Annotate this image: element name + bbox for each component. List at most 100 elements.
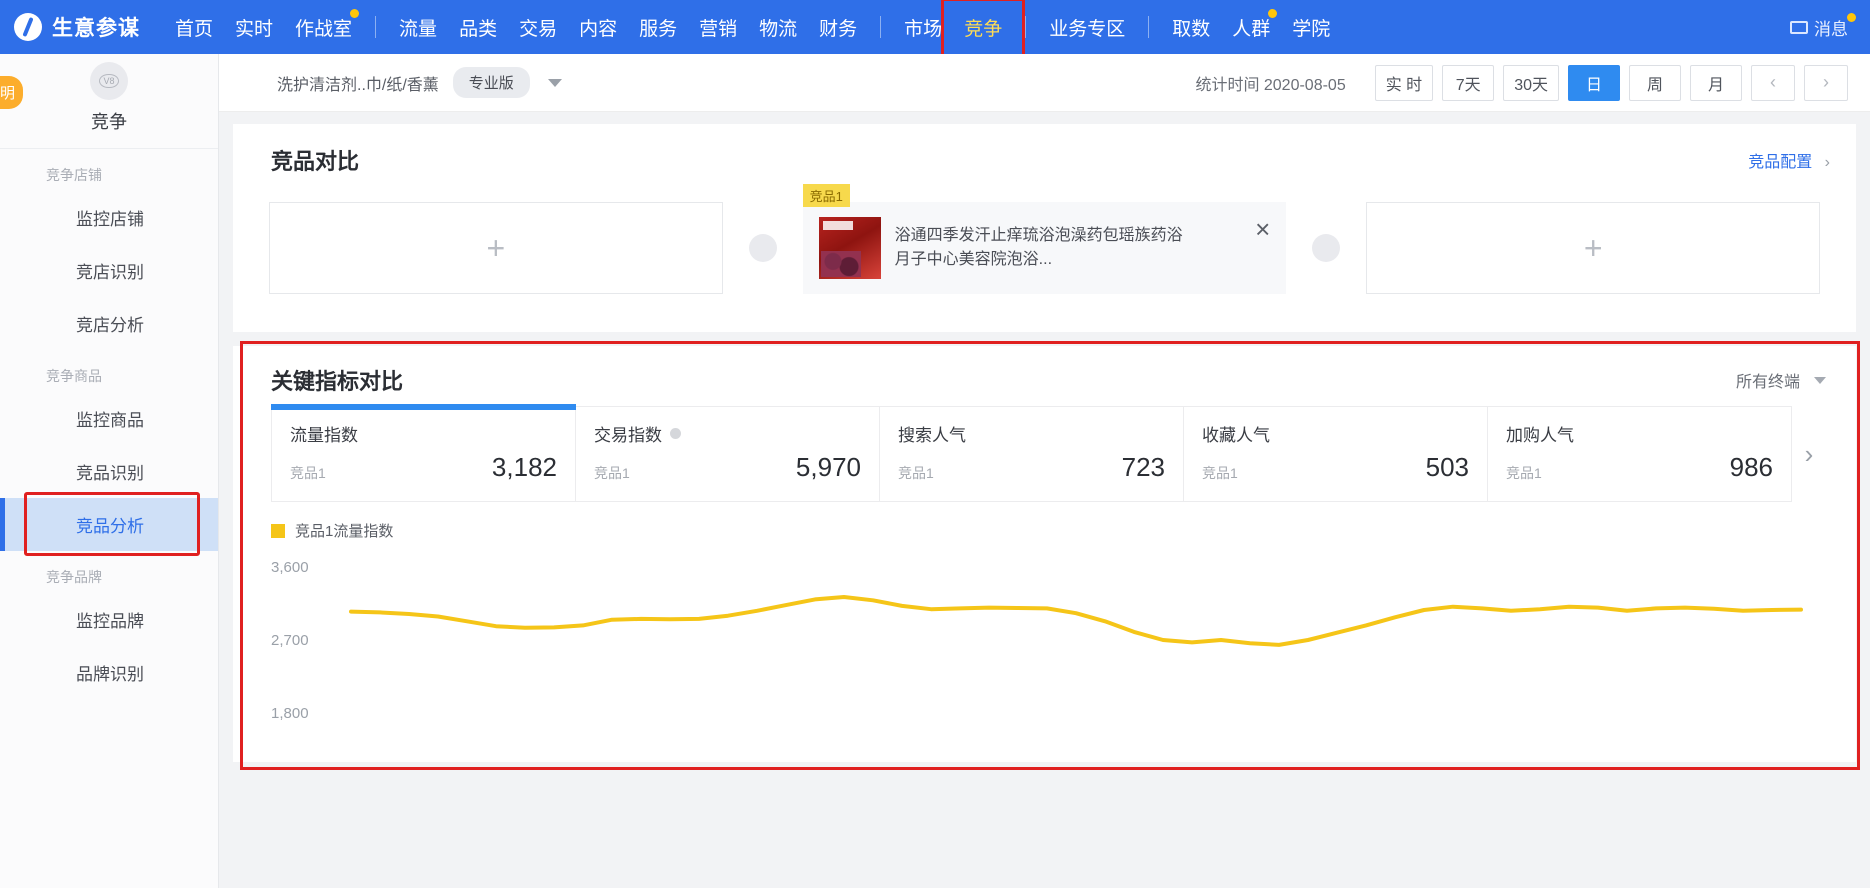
range-button-realtime[interactable]: 实 时 [1374, 64, 1434, 101]
metrics-next-arrow[interactable]: › [1792, 406, 1826, 502]
nav-item-crowd[interactable]: 人群 [1221, 8, 1281, 47]
nav-item-academy[interactable]: 学院 [1281, 8, 1341, 47]
sidebar-item-product-analysis[interactable]: 竞品分析 [0, 492, 218, 556]
sidebar-item-monitor-products[interactable]: 监控商品 [0, 392, 218, 445]
y-axis-tick-1: 2,700 [271, 632, 309, 649]
sidebar-group-label-stores: 竞争店铺 [46, 167, 102, 183]
metric-name: 搜索人气 [898, 426, 966, 445]
metric-subject: 竞品1 [1202, 465, 1238, 481]
range-button-day[interactable]: 日 [1568, 64, 1620, 101]
nav-label: 竞争 [964, 18, 1003, 40]
nav-item-competition[interactable]: 竞争 [941, 0, 1026, 61]
nav-item-warroom[interactable]: 作战室 [284, 8, 363, 47]
sidebar-item-store-analysis[interactable]: 竞店分析 [0, 297, 218, 350]
nav-item-service[interactable]: 服务 [628, 8, 688, 47]
add-competitor-slot-right[interactable]: + [1366, 202, 1821, 294]
metric-card-transaction-index[interactable]: 交易指数 竞品1 5,970 [576, 406, 880, 502]
sidebar-item-product-identify[interactable]: 竞品识别 [0, 445, 218, 498]
vs-dot-icon-right [1312, 234, 1341, 262]
terminal-select[interactable]: 所有终端 [1736, 368, 1826, 392]
metric-card-favorite-popularity[interactable]: 收藏人气 竞品1 503 [1184, 406, 1488, 502]
competitor-config-link[interactable]: 竞品配置 › [1748, 148, 1830, 172]
sidebar-item-store-identify[interactable]: 竞店识别 [0, 244, 218, 297]
filter-bar: 洗护清洁剂..巾/纸/香薰 专业版 统计时间 2020-08-05 实 时 7天… [219, 54, 1870, 112]
nav-item-realtime[interactable]: 实时 [224, 8, 284, 47]
nav-item-market[interactable]: 市场 [893, 8, 953, 47]
sidebar-item-label: 监控店铺 [76, 210, 144, 229]
metric-footer: 竞品1 5,970 [594, 452, 861, 483]
prev-period-button[interactable]: ‹ [1751, 64, 1795, 101]
date-range-buttons: 实 时 7天 30天 日 周 月 ‹ › [1366, 64, 1848, 101]
competitor-compare-panel: 竞品对比 竞品配置 › + 竞品1 浴通四季发汗止痒琉浴泡澡药包瑶族药浴月子中心… [233, 124, 1856, 332]
nav-label: 实时 [235, 18, 274, 40]
chevron-down-icon[interactable] [547, 78, 562, 87]
range-button-7days[interactable]: 7天 [1442, 64, 1495, 101]
nav-item-category[interactable]: 品类 [448, 8, 508, 47]
chevron-down-icon [1814, 376, 1826, 384]
competitor-config-label: 竞品配置 [1748, 154, 1813, 171]
next-period-button[interactable]: › [1804, 64, 1848, 101]
nav-label: 营销 [699, 18, 738, 40]
nav-item-content[interactable]: 内容 [568, 8, 628, 47]
nav-item-fetch-data[interactable]: 取数 [1161, 8, 1221, 47]
nav-item-business-zone[interactable]: 业务专区 [1038, 8, 1136, 47]
nav-label: 品类 [459, 18, 498, 40]
sidebar-title: 竞争 [91, 112, 127, 132]
sidebar-item-label: 监控品牌 [76, 612, 144, 631]
sidebar-float-badge[interactable]: 明 [0, 76, 24, 109]
sidebar-item-label: 品牌识别 [76, 665, 144, 684]
metric-subject: 竞品1 [1506, 465, 1542, 481]
metric-subject: 竞品1 [290, 465, 326, 481]
brand[interactable]: 生意参谋 [0, 12, 164, 42]
nav-label: 作战室 [295, 18, 353, 40]
avatar[interactable]: V8 [90, 62, 128, 100]
nav-divider [1148, 16, 1150, 38]
metric-card-search-popularity[interactable]: 搜索人气 竞品1 723 [880, 406, 1184, 502]
metric-value: 3,182 [491, 452, 557, 482]
metric-value: 503 [1425, 452, 1469, 482]
main-content: 洗护清洁剂..巾/纸/香薰 专业版 统计时间 2020-08-05 实 时 7天… [219, 54, 1870, 888]
metric-name: 加购人气 [1506, 426, 1574, 445]
plus-icon: + [1583, 229, 1603, 266]
nav-divider [1025, 16, 1027, 38]
y-axis-tick-0: 3,600 [271, 559, 309, 576]
range-button-month[interactable]: 月 [1690, 64, 1742, 101]
sidebar-item-monitor-stores[interactable]: 监控店铺 [0, 191, 218, 244]
nav-item-logistics[interactable]: 物流 [748, 8, 808, 47]
category-selector[interactable]: 洗护清洁剂..巾/纸/香薰 [277, 71, 439, 95]
remove-product-icon[interactable]: × [1255, 216, 1270, 242]
notification-dot-icon [350, 8, 360, 18]
competitor-product-card[interactable]: 竞品1 浴通四季发汗止痒琉浴泡澡药包瑶族药浴月子中心美容院泡浴... × [802, 184, 1287, 294]
metric-footer: 竞品1 723 [898, 452, 1165, 483]
series-line-traffic-index [349, 595, 1803, 647]
sidebar-item-brand-identify[interactable]: 品牌识别 [0, 646, 218, 699]
range-button-week[interactable]: 周 [1629, 64, 1681, 101]
info-dot-icon [670, 428, 681, 439]
legend-swatch [271, 523, 285, 538]
sidebar-header: V8 竞争 [0, 54, 218, 149]
vs-dot-icon-left [748, 234, 777, 262]
nav-item-finance[interactable]: 财务 [808, 8, 868, 47]
range-button-30days[interactable]: 30天 [1503, 64, 1559, 101]
nav-item-transaction[interactable]: 交易 [508, 8, 568, 47]
metric-footer: 竞品1 503 [1202, 452, 1469, 483]
metric-card-cart-popularity[interactable]: 加购人气 竞品1 986 [1488, 406, 1792, 502]
sidebar-item-monitor-brands[interactable]: 监控品牌 [0, 593, 218, 646]
product-rank-badge: 竞品1 [802, 184, 850, 207]
messages-button[interactable]: 消息 [1790, 12, 1870, 40]
nav-item-marketing[interactable]: 营销 [688, 8, 748, 47]
sidebar-item-label: 竞店分析 [76, 316, 144, 335]
sidebar-group-label-brands: 竞争品牌 [46, 569, 102, 585]
metric-card-traffic-index[interactable]: 流量指数 竞品1 3,182 [271, 404, 576, 502]
nav-item-home[interactable]: 首页 [164, 8, 224, 47]
product-title: 浴通四季发汗止痒琉浴泡澡药包瑶族药浴月子中心美容院泡浴... [894, 227, 1183, 268]
add-competitor-slot-left[interactable]: + [269, 202, 723, 294]
brand-name: 生意参谋 [52, 17, 140, 40]
metric-value: 5,970 [795, 452, 861, 482]
sidebar-item-label: 竞品分析 [76, 517, 144, 536]
metric-name-wrap: 交易指数 [594, 421, 861, 446]
notification-dot-icon [1847, 12, 1856, 22]
product-thumbnail [818, 217, 881, 279]
app-root: 生意参谋 首页 实时 作战室 流量 品类 交易 内容 服务 营销 物流 财务 市… [0, 0, 1870, 888]
nav-item-traffic[interactable]: 流量 [388, 8, 448, 47]
